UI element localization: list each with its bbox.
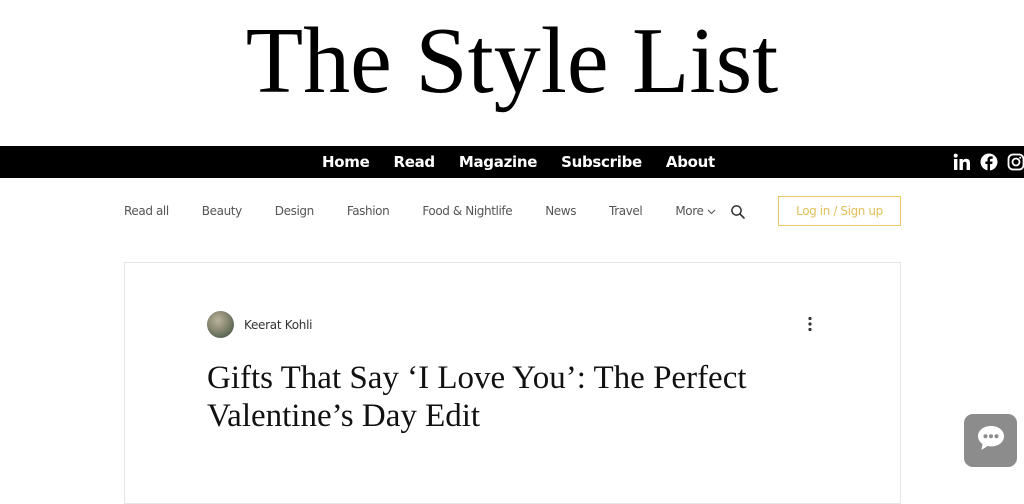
more-options-icon[interactable] — [805, 315, 815, 333]
category-more-dropdown[interactable]: More — [675, 204, 716, 218]
nav-home[interactable]: Home — [322, 153, 370, 171]
author-name: Keerat Kohli — [244, 317, 313, 332]
nav-about[interactable]: About — [666, 153, 715, 171]
post-author[interactable]: Keerat Kohli — [207, 311, 312, 338]
category-read-all[interactable]: Read all — [124, 204, 169, 218]
login-signup-button[interactable]: Log in / Sign up — [778, 196, 901, 226]
category-fashion[interactable]: Fashion — [347, 204, 390, 218]
main-navbar: Home Read Magazine Subscribe About — [0, 146, 1024, 178]
category-menu: Read all Beauty Design Fashion Food & Ni… — [124, 196, 901, 226]
chat-bubble-icon — [976, 424, 1006, 457]
facebook-icon[interactable] — [979, 152, 999, 172]
category-news[interactable]: News — [545, 204, 576, 218]
category-beauty[interactable]: Beauty — [202, 204, 242, 218]
category-design[interactable]: Design — [275, 204, 314, 218]
chat-widget-button[interactable] — [964, 414, 1017, 467]
category-food-nightlife[interactable]: Food & Nightlife — [422, 204, 512, 218]
social-links — [952, 146, 1024, 178]
linkedin-icon[interactable] — [952, 152, 972, 172]
post-card: Keerat Kohli Gifts That Say ‘I Love You’… — [124, 262, 901, 504]
category-travel[interactable]: Travel — [609, 204, 643, 218]
category-list: Read all Beauty Design Fashion Food & Ni… — [124, 196, 749, 226]
avatar — [207, 311, 234, 338]
nav-magazine[interactable]: Magazine — [459, 153, 538, 171]
site-title: The Style List — [245, 9, 779, 113]
nav-links: Home Read Magazine Subscribe About — [322, 146, 739, 178]
chevron-down-icon — [707, 204, 716, 218]
search-icon[interactable] — [730, 204, 746, 220]
nav-read[interactable]: Read — [393, 153, 435, 171]
category-more-label: More — [675, 204, 704, 218]
post-title[interactable]: Gifts That Say ‘I Love You’: The Perfect… — [207, 359, 827, 435]
instagram-icon[interactable] — [1006, 152, 1024, 172]
nav-subscribe[interactable]: Subscribe — [561, 153, 642, 171]
